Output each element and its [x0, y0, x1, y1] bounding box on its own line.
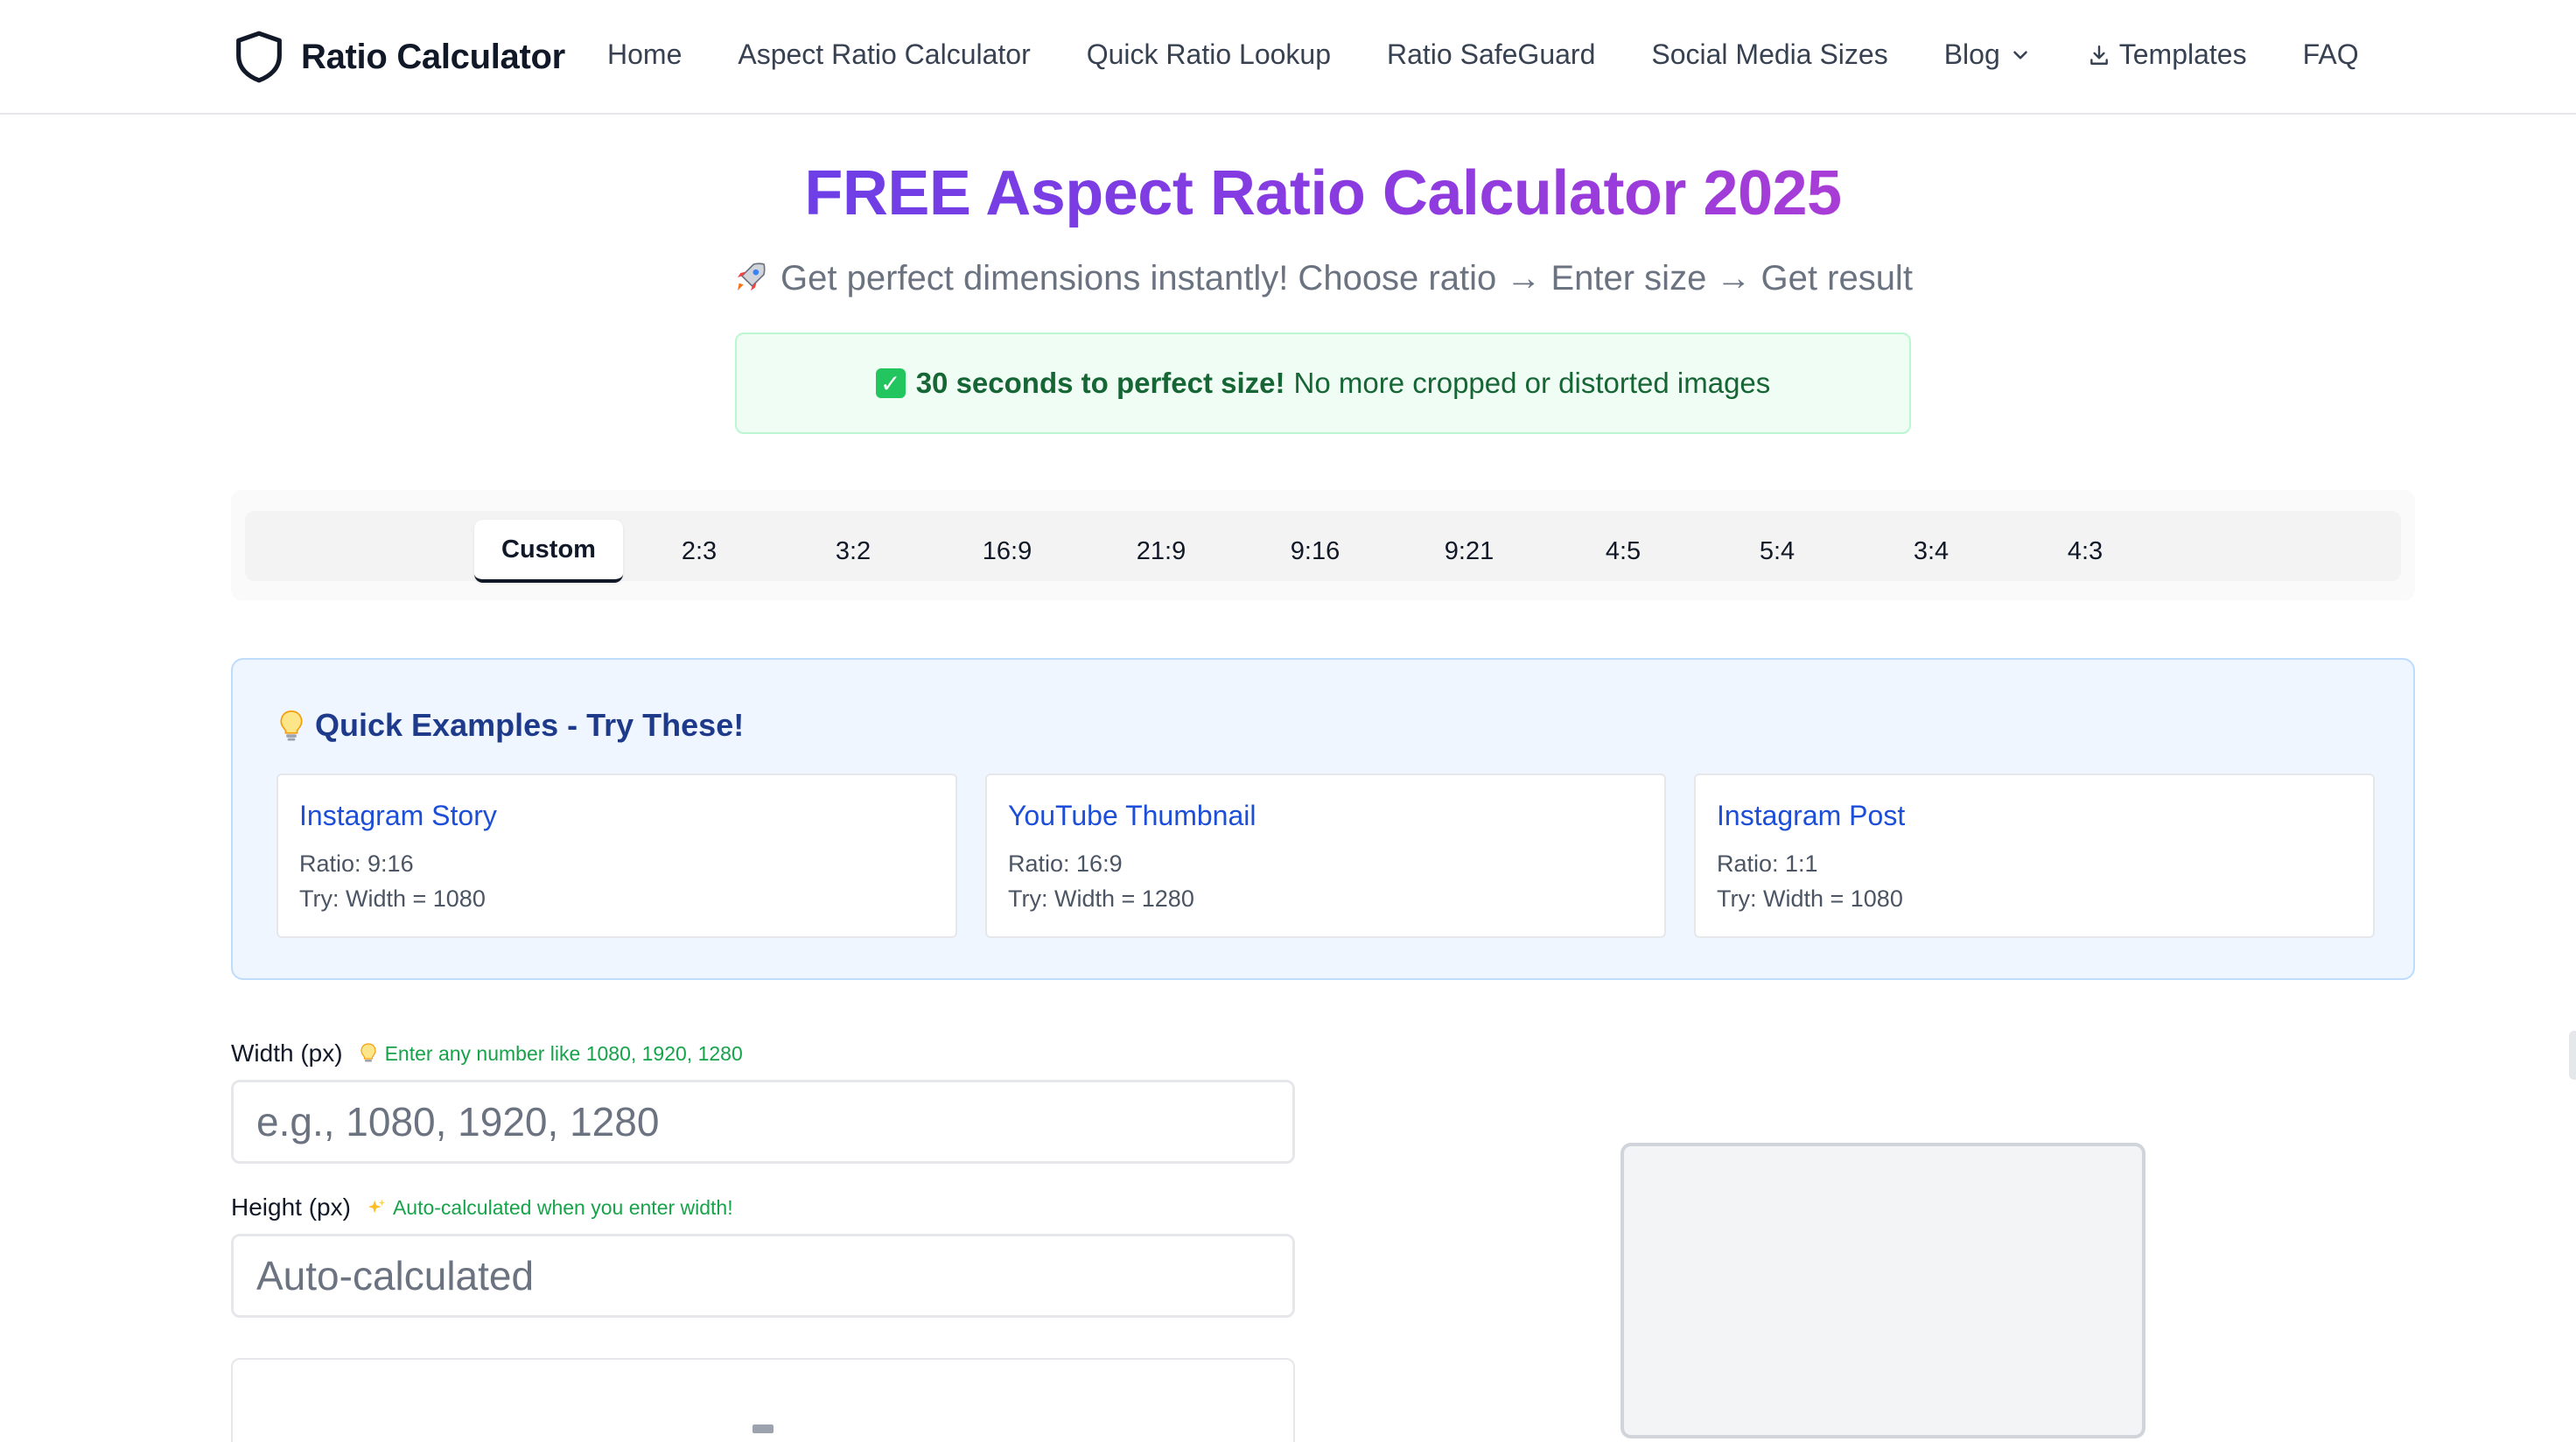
- nav-link-templates-label: Templates: [2118, 38, 2247, 70]
- lightbulb-icon: [280, 710, 303, 741]
- width-label-text: Width (px): [231, 1040, 343, 1067]
- ratio-preview-box: [1620, 1143, 2146, 1438]
- width-hint-text: Enter any number like 1080, 1920, 1280: [384, 1041, 743, 1065]
- height-label: Height (px) Auto-calculated when you ent…: [231, 1194, 733, 1222]
- brand-logo-link[interactable]: Ratio Calculator: [234, 30, 565, 84]
- tab-9-16[interactable]: 9:16: [1241, 520, 1390, 583]
- example-card-ratio: Ratio: 16:9: [1008, 850, 1123, 877]
- sparkles-icon: [368, 1199, 386, 1214]
- nav-link-social-media-sizes[interactable]: Social Media Sizes: [1651, 38, 1887, 71]
- tab-3-2[interactable]: 3:2: [779, 520, 928, 583]
- example-card-title: Instagram Story: [299, 800, 497, 831]
- tab-3-4[interactable]: 3:4: [1857, 520, 2006, 583]
- tab-4-5[interactable]: 4:5: [1549, 520, 1698, 583]
- tab-4-3[interactable]: 4:3: [2011, 520, 2160, 583]
- download-icon: [2090, 45, 2108, 65]
- quick-examples-title: Quick Examples - Try These!: [315, 707, 745, 743]
- tab-21-9[interactable]: 21:9: [1087, 520, 1236, 583]
- example-card-ratio: Ratio: 9:16: [299, 850, 414, 877]
- top-navbar: Ratio Calculator Home Aspect Ratio Calcu…: [0, 0, 2576, 115]
- example-card-try: Try: Width = 1280: [1008, 886, 1194, 912]
- tab-5-4[interactable]: 5:4: [1703, 520, 1852, 583]
- tab-custom[interactable]: Custom: [474, 520, 623, 583]
- chevron-down-icon: [2012, 50, 2027, 60]
- nav-link-quick-ratio-lookup[interactable]: Quick Ratio Lookup: [1087, 38, 1331, 71]
- nav-link-home[interactable]: Home: [607, 38, 682, 71]
- nav-link-social-media-sizes-label: Social Media Sizes: [1651, 38, 1888, 70]
- example-card-youtube-thumbnail[interactable]: YouTube Thumbnail Ratio: 16:9 Try: Width…: [985, 774, 1666, 938]
- height-hint: Auto-calculated when you enter width!: [367, 1196, 733, 1220]
- page-subtitle: Get perfect dimensions instantly! Choose…: [0, 259, 2576, 298]
- quick-examples-panel: Quick Examples - Try These! Instagram St…: [231, 658, 2415, 980]
- width-input[interactable]: [231, 1080, 1295, 1164]
- example-card-title: YouTube Thumbnail: [1008, 800, 1256, 831]
- page-title-text: FREE Aspect Ratio Calculator 2025: [804, 158, 1842, 228]
- rocket-icon: [738, 262, 766, 290]
- width-hint: Enter any number like 1080, 1920, 1280: [359, 1042, 743, 1066]
- nav-link-aspect-ratio-calculator-label: Aspect Ratio Calculator: [738, 38, 1031, 70]
- ratio-tabs-container: Custom 2:3 3:2 16:9 21:9 9:16 9:21 4:5 5…: [231, 490, 2415, 600]
- page-title: FREE Aspect Ratio Calculator 2025: [0, 158, 2576, 229]
- nav-dropdown-blog[interactable]: Blog: [1944, 38, 2032, 71]
- example-card-title: Instagram Post: [1717, 800, 1906, 831]
- width-label: Width (px) Enter any number like 1080, 1…: [231, 1040, 743, 1068]
- nav-link-ratio-safeguard-label: Ratio SafeGuard: [1387, 38, 1596, 70]
- result-box: [231, 1358, 1295, 1442]
- nav-link-home-label: Home: [607, 38, 682, 70]
- nav-link-templates[interactable]: Templates: [2088, 38, 2247, 71]
- nav-link-quick-ratio-lookup-label: Quick Ratio Lookup: [1086, 38, 1331, 70]
- nav-link-aspect-ratio-calculator[interactable]: Aspect Ratio Calculator: [738, 38, 1030, 71]
- page-subtitle-text: Get perfect dimensions instantly! Choose…: [780, 259, 1913, 298]
- height-label-text: Height (px): [231, 1194, 351, 1221]
- result-placeholder-dash: [752, 1424, 774, 1433]
- height-input[interactable]: [231, 1234, 1295, 1318]
- success-notice: ✓ 30 seconds to perfect size! No more cr…: [735, 332, 1911, 434]
- example-card-try: Try: Width = 1080: [1717, 886, 1903, 912]
- tab-2-3[interactable]: 2:3: [625, 520, 774, 583]
- tab-9-21[interactable]: 9:21: [1395, 520, 1544, 583]
- example-card-instagram-story[interactable]: Instagram Story Ratio: 9:16 Try: Width =…: [276, 774, 957, 938]
- lightbulb-icon: [360, 1043, 376, 1062]
- nav-links: Home Aspect Ratio Calculator Quick Ratio…: [607, 38, 2359, 71]
- notice-bold-text: 30 seconds to perfect size!: [915, 367, 1285, 399]
- example-card-instagram-post[interactable]: Instagram Post Ratio: 1:1 Try: Width = 1…: [1694, 774, 2375, 938]
- brand-name: Ratio Calculator: [301, 37, 565, 76]
- shield-icon: [236, 31, 282, 83]
- example-card-ratio: Ratio: 1:1: [1717, 850, 1818, 877]
- quick-examples-heading: Quick Examples - Try These!: [278, 707, 744, 744]
- notice-text: No more cropped or distorted images: [1293, 367, 1771, 399]
- check-icon: ✓: [875, 368, 906, 398]
- ratio-tabs: Custom 2:3 3:2 16:9 21:9 9:16 9:21 4:5 5…: [245, 511, 2401, 583]
- example-card-try: Try: Width = 1080: [299, 886, 486, 912]
- nav-dropdown-blog-label: Blog: [1943, 38, 2000, 70]
- nav-link-faq[interactable]: FAQ: [2303, 38, 2359, 71]
- tab-16-9[interactable]: 16:9: [933, 520, 1082, 583]
- nav-link-faq-label: FAQ: [2302, 38, 2359, 70]
- nav-link-ratio-safeguard[interactable]: Ratio SafeGuard: [1387, 38, 1595, 71]
- height-hint-text: Auto-calculated when you enter width!: [392, 1195, 733, 1219]
- scroll-edge-handle: [2569, 1031, 2576, 1080]
